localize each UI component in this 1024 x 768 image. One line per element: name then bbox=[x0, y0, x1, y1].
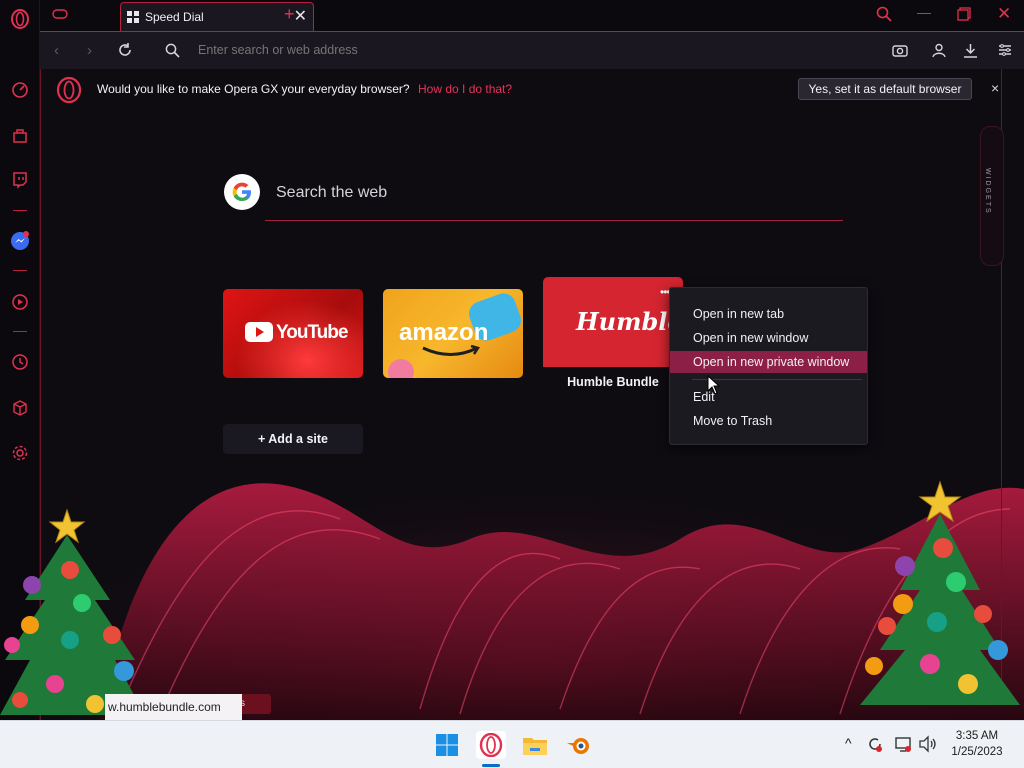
player-icon[interactable] bbox=[10, 292, 30, 312]
youtube-play-icon bbox=[245, 322, 273, 342]
search-tabs-icon[interactable] bbox=[876, 6, 892, 27]
messenger-icon[interactable] bbox=[10, 231, 30, 251]
settings-gear-icon[interactable] bbox=[10, 443, 30, 463]
minimize-icon[interactable]: — bbox=[917, 4, 931, 20]
search-underline bbox=[265, 220, 843, 221]
new-tab-plus-icon[interactable]: + bbox=[284, 4, 295, 25]
history-icon[interactable] bbox=[10, 352, 30, 372]
address-bar: ‹ › bbox=[40, 31, 1024, 69]
file-explorer-icon[interactable] bbox=[521, 731, 549, 759]
humble-logo-text: Humble bbox=[576, 307, 683, 336]
forward-icon[interactable]: › bbox=[87, 42, 92, 59]
gx-control-icon[interactable] bbox=[10, 80, 30, 100]
menu-open-new-private-window[interactable]: Open in new private window bbox=[670, 351, 867, 373]
how-to-link[interactable]: How do I do that? bbox=[418, 82, 512, 96]
camera-snapshot-icon[interactable] bbox=[892, 43, 908, 63]
tray-network-icon[interactable] bbox=[894, 735, 912, 758]
tab-close-icon[interactable]: ✕ bbox=[294, 6, 307, 26]
back-icon[interactable]: ‹ bbox=[54, 42, 59, 59]
christmas-tree-right-icon bbox=[860, 480, 1020, 705]
widgets-label: WIDGETS bbox=[984, 168, 991, 215]
amazon-smile-icon bbox=[422, 345, 480, 356]
gamepad-icon[interactable] bbox=[52, 7, 68, 26]
account-icon[interactable] bbox=[932, 43, 946, 63]
tray-volume-icon[interactable] bbox=[918, 735, 938, 758]
tray-chevron-up-icon[interactable]: ^ bbox=[845, 735, 852, 751]
speed-dial-tile-youtube[interactable]: YouTube bbox=[223, 289, 363, 378]
christmas-tree-left-icon bbox=[0, 508, 145, 715]
tab-title: Speed Dial bbox=[145, 10, 204, 24]
windows-start-icon[interactable] bbox=[433, 731, 461, 759]
sidebar-separator bbox=[13, 210, 27, 211]
opera-logo-icon[interactable] bbox=[10, 9, 30, 29]
default-browser-prompt: Would you like to make Opera GX your eve… bbox=[97, 82, 410, 96]
menu-open-new-tab[interactable]: Open in new tab bbox=[670, 303, 867, 325]
opera-infobar-icon bbox=[56, 76, 82, 108]
extensions-cube-icon[interactable] bbox=[10, 398, 30, 418]
menu-move-to-trash[interactable]: Move to Trash bbox=[670, 410, 867, 432]
menu-open-new-window[interactable]: Open in new window bbox=[670, 327, 867, 349]
speed-dial-tile-amazon[interactable]: amazon bbox=[383, 289, 523, 378]
taskbar-opera-gx-icon[interactable] bbox=[476, 731, 506, 759]
set-default-browser-button[interactable]: Yes, set it as default browser bbox=[798, 78, 972, 100]
search-the-web-input[interactable]: Search the web bbox=[276, 184, 387, 202]
youtube-logo-text: YouTube bbox=[276, 322, 348, 343]
amazon-logo-text: amazon bbox=[399, 319, 489, 346]
sidebar-separator bbox=[13, 331, 27, 332]
active-app-indicator bbox=[482, 764, 500, 767]
google-logo-icon bbox=[224, 174, 260, 210]
tray-sync-icon[interactable] bbox=[866, 735, 884, 758]
menu-edit[interactable]: Edit bbox=[670, 386, 867, 408]
tab-strip: Speed Dial ✕ + — ✕ bbox=[40, 0, 1024, 31]
search-icon bbox=[165, 43, 180, 63]
download-icon[interactable] bbox=[963, 43, 978, 63]
mouse-cursor-icon bbox=[707, 375, 721, 395]
tile-label-humble-bundle: Humble Bundle bbox=[567, 375, 659, 389]
speed-dial-grid-icon bbox=[127, 10, 139, 28]
gx-corner-icon[interactable] bbox=[10, 125, 30, 145]
windows-taskbar: ^ 3:35 AM 1/25/2023 bbox=[0, 720, 1024, 768]
infobar-close-icon[interactable]: × bbox=[991, 80, 999, 96]
clock-date[interactable]: 1/25/2023 bbox=[945, 746, 1009, 758]
add-a-site-button[interactable]: + Add a site bbox=[223, 424, 363, 454]
reload-icon[interactable] bbox=[117, 42, 133, 63]
blender-icon[interactable] bbox=[565, 731, 593, 759]
address-input[interactable] bbox=[198, 43, 698, 57]
clock-time[interactable]: 3:35 AM bbox=[945, 730, 1009, 742]
context-menu: Open in new tab Open in new window Open … bbox=[669, 287, 868, 445]
link-url-tooltip: w.humblebundle.com bbox=[105, 694, 242, 720]
easy-setup-icon[interactable] bbox=[998, 43, 1012, 62]
decor-circle bbox=[388, 359, 414, 378]
screen: Speed Dial ✕ + — ✕ ‹ › Enter search or w… bbox=[0, 0, 1024, 768]
close-window-icon[interactable]: ✕ bbox=[997, 4, 1011, 24]
restore-icon[interactable] bbox=[957, 7, 971, 26]
twitch-icon[interactable] bbox=[10, 170, 30, 190]
sidebar-separator bbox=[13, 270, 27, 271]
